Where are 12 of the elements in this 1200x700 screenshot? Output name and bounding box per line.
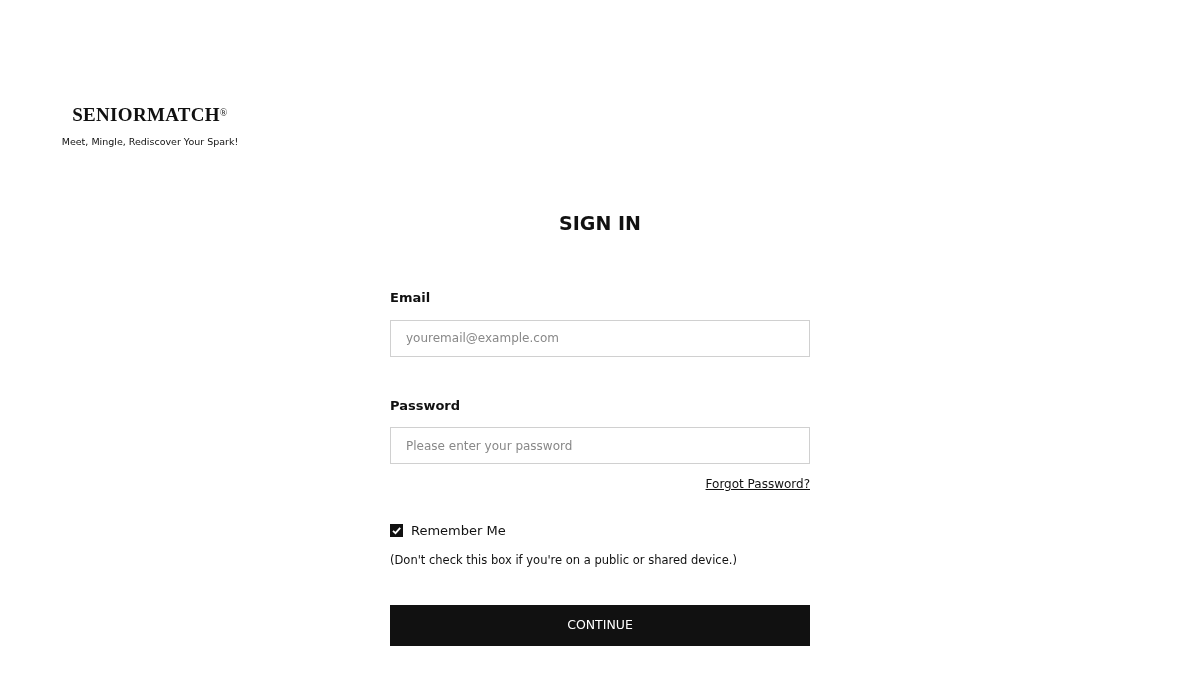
forgot-password-link[interactable]: Forgot Password? xyxy=(705,475,810,493)
hint-text: (Don't check this box if you're on a public or shared device.) xyxy=(390,551,737,569)
checkbox-label[interactable]: Remember Me xyxy=(411,521,506,541)
continue-button[interactable]: CONTINUE xyxy=(390,604,810,646)
field-label: Password xyxy=(390,396,461,415)
input-field[interactable]: Please enter your password xyxy=(390,427,810,464)
page-heading: SIGN IN xyxy=(559,212,641,235)
input-field[interactable]: youremail@example.com xyxy=(390,319,810,357)
tagline: Meet, Mingle, Rediscover Your Spark! xyxy=(61,135,239,149)
checkbox[interactable] xyxy=(390,524,403,538)
field-label: Email xyxy=(390,289,431,307)
logo[interactable]: SENIORMATCH$^{®}$ xyxy=(72,105,228,126)
